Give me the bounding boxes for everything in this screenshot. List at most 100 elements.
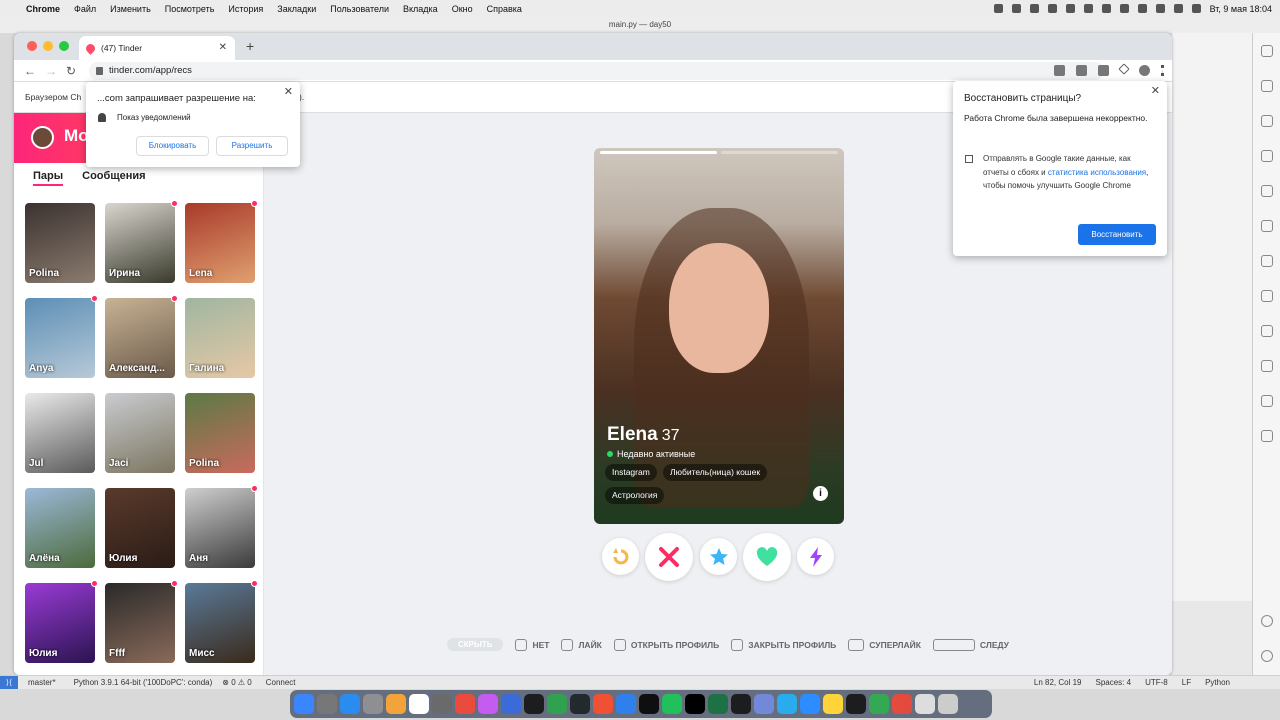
like-button[interactable]	[743, 533, 791, 581]
dock-app-icon[interactable]	[915, 694, 935, 714]
dock-app-icon[interactable]	[455, 694, 475, 714]
extensions-icon[interactable]	[1261, 360, 1273, 372]
dock-app-icon[interactable]	[409, 694, 429, 714]
menubar-clock[interactable]: Вт, 9 мая 18:04	[1210, 4, 1272, 14]
dock-app-icon[interactable]	[639, 694, 659, 714]
hide-hints-button[interactable]: СКРЫТЬ	[447, 638, 504, 651]
back-arrow-icon[interactable]: ←	[24, 64, 36, 78]
profile-avatar-icon[interactable]	[1139, 65, 1150, 76]
match-card[interactable]: Алёна	[25, 488, 95, 568]
close-tab-icon[interactable]: ✕	[219, 42, 227, 53]
menu-app-name[interactable]: Chrome	[26, 4, 60, 14]
screen-icon[interactable]	[1029, 4, 1039, 13]
dock-app-icon[interactable]	[823, 694, 843, 714]
avatar[interactable]	[31, 126, 54, 149]
record-icon[interactable]	[993, 4, 1003, 13]
dock-app-icon[interactable]	[478, 694, 498, 714]
remote-indicator-icon[interactable]: ⟩⟨	[0, 676, 18, 689]
dock-app-icon[interactable]	[524, 694, 544, 714]
menu-file[interactable]: Файл	[74, 4, 96, 14]
dock-app-icon[interactable]	[432, 694, 452, 714]
dock-app-icon[interactable]	[570, 694, 590, 714]
dock-app-icon[interactable]	[340, 694, 360, 714]
close-icon[interactable]: ✕	[284, 85, 293, 98]
menu-profiles[interactable]: Пользователи	[330, 4, 389, 14]
allow-button[interactable]: Разрешить	[216, 136, 288, 156]
block-button[interactable]: Блокировать	[136, 136, 209, 156]
remote-explorer-icon[interactable]	[1261, 325, 1273, 337]
dock-app-icon[interactable]	[938, 694, 958, 714]
dock-app-icon[interactable]	[616, 694, 636, 714]
dock-app-icon[interactable]	[846, 694, 866, 714]
match-card[interactable]: Юлия	[105, 488, 175, 568]
tab-tinder[interactable]: (47) Tinder ✕	[79, 36, 235, 60]
battery-icon[interactable]	[1137, 4, 1147, 13]
run-debug-icon[interactable]	[1261, 220, 1273, 232]
source-control-icon[interactable]	[1261, 185, 1273, 197]
search-icon[interactable]	[1173, 4, 1183, 13]
maximize-window-button[interactable]	[59, 41, 69, 51]
notifications-blocked-icon[interactable]	[1054, 65, 1065, 76]
copy-icon[interactable]	[1261, 290, 1273, 302]
testing-icon[interactable]	[1261, 395, 1273, 407]
match-card[interactable]: Юлия	[25, 580, 98, 663]
superlike-button[interactable]	[700, 538, 737, 575]
sidebar-title[interactable]: Мо	[64, 126, 89, 146]
encoding[interactable]: UTF-8	[1145, 676, 1168, 689]
menu-kebab-icon[interactable]	[1161, 65, 1164, 76]
input-source-icon[interactable]	[1101, 4, 1111, 13]
dock-app-icon[interactable]	[754, 694, 774, 714]
dock-app-icon[interactable]	[662, 694, 682, 714]
match-card[interactable]: Lena	[185, 200, 258, 283]
dock-app-icon[interactable]	[363, 694, 383, 714]
control-center-icon[interactable]	[1191, 4, 1201, 13]
dock-app-icon[interactable]	[731, 694, 751, 714]
dock-app-icon[interactable]	[317, 694, 337, 714]
match-card[interactable]: Галина	[185, 298, 255, 378]
language-mode[interactable]: Python	[1205, 676, 1230, 689]
profile-card[interactable]: Elena 37 Недавно активные Instagram Любит…	[594, 148, 844, 524]
dock-app-icon[interactable]	[777, 694, 797, 714]
tab-matches[interactable]: Пары	[33, 170, 64, 186]
dock-app-icon[interactable]	[800, 694, 820, 714]
usage-stats-link[interactable]: статистика использования	[1048, 168, 1146, 177]
dock-app-icon[interactable]	[501, 694, 521, 714]
indentation[interactable]: Spaces: 4	[1096, 676, 1132, 689]
python-interpreter[interactable]: Python 3.9.1 64-bit ('100DoPC': conda)	[74, 676, 213, 689]
menu-bookmarks[interactable]: Закладки	[277, 4, 316, 14]
bluetooth-icon[interactable]	[1119, 4, 1129, 13]
photo-indicator[interactable]	[600, 151, 717, 154]
nope-button[interactable]	[645, 533, 693, 581]
remote-icon[interactable]	[1261, 115, 1273, 127]
info-icon[interactable]: i	[813, 486, 828, 501]
menu-edit[interactable]: Изменить	[110, 4, 151, 14]
match-card[interactable]: Jul	[25, 393, 95, 473]
match-card[interactable]: Polina	[25, 203, 95, 283]
boost-button[interactable]	[797, 538, 834, 575]
qr-code-icon[interactable]	[1076, 65, 1087, 76]
photo-indicator[interactable]	[721, 151, 838, 154]
info-icon[interactable]	[1083, 4, 1093, 13]
menu-window[interactable]: Окно	[452, 4, 473, 14]
menu-tab[interactable]: Вкладка	[403, 4, 438, 14]
rewind-button[interactable]	[602, 538, 639, 575]
reload-icon[interactable]: ↻	[66, 64, 76, 78]
match-card[interactable]: Ffff	[105, 580, 178, 663]
dock-app-icon[interactable]	[593, 694, 613, 714]
menu-view[interactable]: Посмотреть	[165, 4, 215, 14]
account-icon[interactable]	[1261, 615, 1273, 627]
git-branch[interactable]: master*	[28, 676, 56, 689]
wifi-icon[interactable]	[1155, 4, 1165, 13]
menu-help[interactable]: Справка	[487, 4, 522, 14]
camera-icon[interactable]	[1011, 4, 1021, 13]
forward-arrow-icon[interactable]: →	[45, 64, 57, 78]
match-card[interactable]: Polina	[185, 393, 255, 473]
settings-gear-icon[interactable]	[1261, 650, 1273, 662]
notebook-icon[interactable]	[1261, 255, 1273, 267]
line-ending[interactable]: LF	[1182, 676, 1191, 689]
match-card[interactable]: Jaci	[105, 393, 175, 473]
close-window-button[interactable]	[27, 41, 37, 51]
problems-count[interactable]: ⊗ 0 ⚠ 0	[222, 676, 251, 689]
connect-status[interactable]: Connect	[266, 676, 296, 689]
new-tab-button[interactable]: +	[246, 38, 254, 54]
